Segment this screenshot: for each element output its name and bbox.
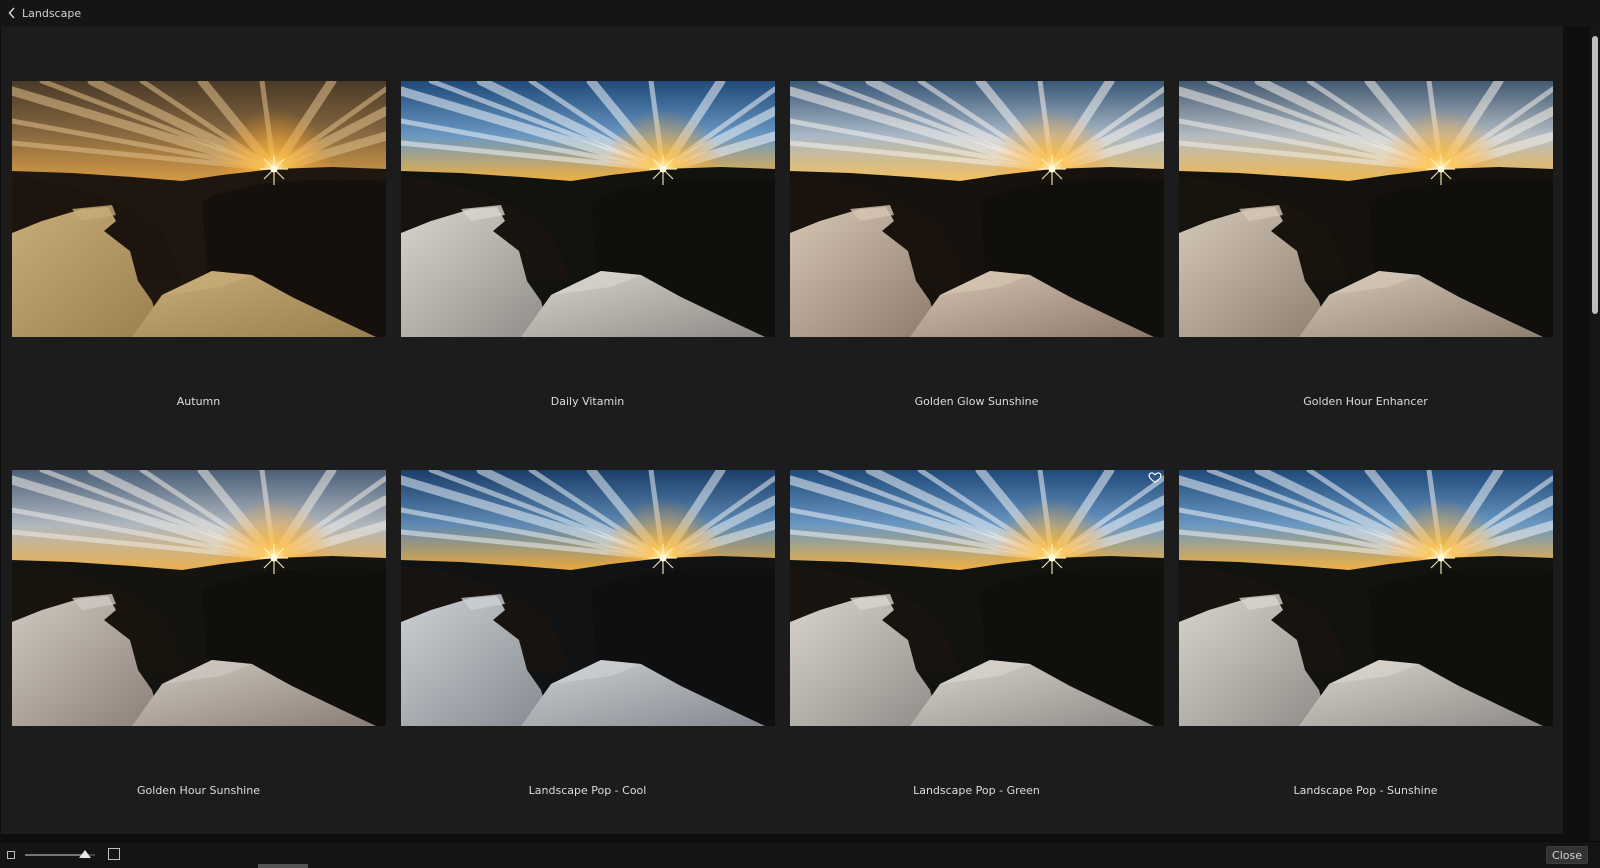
preset-label: Autumn: [176, 395, 221, 408]
vertical-scrollbar[interactable]: [1590, 26, 1600, 841]
preset-thumbnail[interactable]: [1179, 81, 1553, 337]
page-title: Landscape: [22, 6, 82, 20]
preset-label: Landscape Pop - Green: [913, 784, 1040, 797]
thumbnail-size-slider[interactable]: [25, 850, 95, 860]
preset-thumbnail[interactable]: [12, 470, 386, 726]
slider-fill: [25, 854, 85, 856]
large-thumbnail-icon[interactable]: [108, 848, 120, 860]
preset-thumbnail[interactable]: [401, 81, 775, 337]
heart-icon[interactable]: [1148, 469, 1162, 483]
preset-label: Daily Vitamin: [550, 395, 625, 408]
small-thumbnail-icon[interactable]: [7, 851, 15, 859]
preset-thumbnail[interactable]: [1179, 470, 1553, 726]
preset-tile-partial[interactable]: [390, 804, 785, 834]
close-button[interactable]: Close: [1546, 846, 1588, 864]
preset-tile[interactable]: Landscape Pop - Green: [779, 415, 1174, 810]
slider-handle[interactable]: [78, 850, 91, 858]
preset-tile[interactable]: Autumn: [1, 26, 396, 421]
preset-label: Golden Hour Sunshine: [137, 784, 260, 797]
scrollbar-thumb[interactable]: [1592, 36, 1598, 314]
landscape-photo: [1179, 470, 1553, 726]
preset-tile-partial[interactable]: [1168, 804, 1563, 834]
back-button[interactable]: Landscape: [0, 0, 81, 26]
landscape-photo: [401, 81, 775, 337]
preset-tile[interactable]: Daily Vitamin: [390, 26, 785, 421]
landscape-photo: [790, 81, 1164, 337]
preset-thumbnail[interactable]: [790, 470, 1164, 726]
preset-thumbnail[interactable]: [401, 470, 775, 726]
landscape-photo: [1179, 81, 1553, 337]
preset-thumbnail[interactable]: [12, 81, 386, 337]
preset-tile[interactable]: Golden Hour Enhancer: [1168, 26, 1563, 421]
preset-thumbnail[interactable]: [790, 81, 1164, 337]
landscape-photo: [12, 470, 386, 726]
preset-label: Landscape Pop - Sunshine: [1293, 784, 1438, 797]
preset-tile[interactable]: Golden Glow Sunshine: [779, 26, 1174, 421]
title-bar: Landscape: [0, 0, 1600, 27]
horizontal-scroll-indicator[interactable]: [258, 864, 308, 868]
preset-label: Landscape Pop - Cool: [528, 784, 647, 797]
preset-label: Golden Hour Enhancer: [1303, 395, 1428, 408]
preset-tile-partial[interactable]: [1, 804, 396, 834]
preset-tile[interactable]: Landscape Pop - Cool: [390, 415, 785, 810]
landscape-photo: [790, 470, 1164, 726]
landscape-photo: [401, 470, 775, 726]
preset-tile[interactable]: Golden Hour Sunshine: [1, 415, 396, 810]
preset-browser: Landscape Autumn Daily Vitamin Golden Gl…: [0, 0, 1600, 868]
preset-grid: Autumn Daily Vitamin Golden Glow Sunshin…: [0, 26, 1590, 841]
landscape-photo: [12, 81, 386, 337]
bottom-toolbar: Close: [0, 841, 1600, 868]
preset-tile[interactable]: Landscape Pop - Sunshine: [1168, 415, 1563, 810]
preset-tile-partial[interactable]: [779, 804, 1174, 834]
chevron-left-icon: [8, 7, 15, 19]
preset-label: Golden Glow Sunshine: [914, 395, 1039, 408]
